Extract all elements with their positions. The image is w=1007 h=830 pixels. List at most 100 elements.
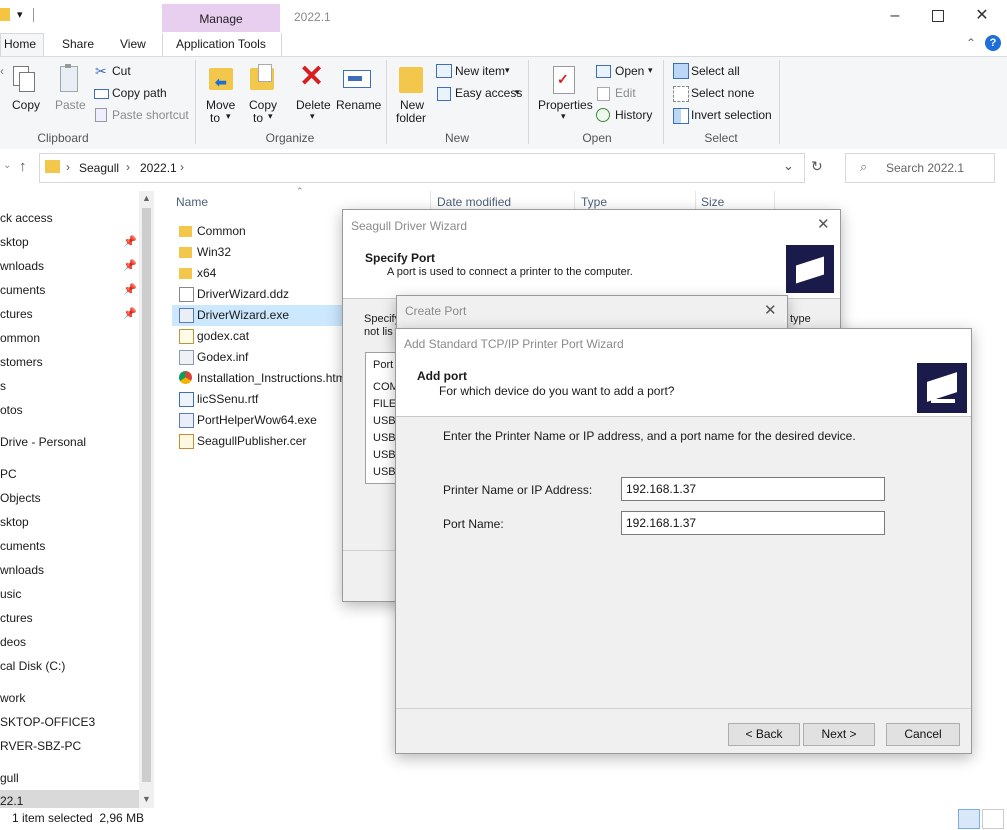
column-header-size[interactable]: Size <box>701 195 724 209</box>
nav-item[interactable]: sktop <box>0 235 29 249</box>
help-icon[interactable]: ? <box>985 35 1001 51</box>
file-name[interactable]: Godex.inf <box>197 350 342 364</box>
copy-large-button[interactable] <box>13 64 35 92</box>
breadcrumb-seagull[interactable]: Seagull <box>79 161 119 175</box>
properties-dropdown-icon[interactable]: ▾ <box>561 111 566 122</box>
column-divider[interactable] <box>430 191 431 211</box>
file-name[interactable]: DriverWizard.ddz <box>197 287 342 301</box>
rename-icon[interactable] <box>343 70 371 88</box>
details-view-icon[interactable] <box>958 809 980 829</box>
nav-item[interactable]: ck access <box>0 211 53 225</box>
open-button[interactable]: Open <box>615 64 644 78</box>
close-window-button[interactable]: ✕ <box>967 2 997 30</box>
tab-view[interactable]: View <box>120 37 146 51</box>
move-to-label-2[interactable]: to <box>210 111 220 125</box>
nav-item[interactable]: 22.1 <box>0 794 23 808</box>
file-name[interactable]: x64 <box>197 266 342 280</box>
nav-item[interactable]: cal Disk (C:) <box>0 659 65 673</box>
context-tab-manage[interactable]: Manage <box>162 12 280 26</box>
nav-item[interactable]: otos <box>0 403 23 417</box>
select-none-button[interactable]: Select none <box>691 86 754 100</box>
file-name[interactable]: Win32 <box>197 245 342 259</box>
large-icons-view-icon[interactable] <box>982 809 1004 829</box>
file-name[interactable]: Installation_Instructions.htm <box>197 371 342 385</box>
maximize-button[interactable] <box>925 2 955 30</box>
paste-button[interactable] <box>58 64 80 94</box>
pin-to-quick-access-fragment[interactable]: ‹ <box>0 64 4 78</box>
tab-share[interactable]: Share <box>62 37 94 51</box>
port-column-header[interactable]: Port <box>373 359 393 371</box>
port-row[interactable]: FILE <box>373 398 396 410</box>
nav-item[interactable]: Drive - Personal <box>0 435 86 449</box>
copy-to-label-2[interactable]: to <box>253 111 263 125</box>
tab-application-tools[interactable]: Application Tools <box>176 37 266 51</box>
file-name[interactable]: licSSenu.rtf <box>197 392 342 406</box>
nav-item[interactable]: Objects <box>0 491 41 505</box>
nav-item[interactable]: wnloads <box>0 259 44 273</box>
copy-label[interactable]: Copy <box>12 98 40 112</box>
quick-access-dropdown-icon[interactable]: ▾ <box>17 8 23 21</box>
nav-item[interactable]: gull <box>0 771 19 785</box>
copy-path-button[interactable]: Copy path <box>112 86 167 100</box>
file-name[interactable]: godex.cat <box>197 329 342 343</box>
paste-shortcut-button[interactable]: Paste shortcut <box>112 108 189 122</box>
column-header-date-modified[interactable]: Date modified <box>437 195 511 209</box>
cancel-button[interactable]: Cancel <box>886 723 960 746</box>
rename-label[interactable]: Rename <box>336 98 381 112</box>
nav-item[interactable]: sktop <box>0 515 29 529</box>
nav-item[interactable]: work <box>0 691 25 705</box>
close-icon[interactable]: ✕ <box>764 301 777 319</box>
minimize-button[interactable]: – <box>880 2 910 30</box>
new-item-button[interactable]: New item <box>455 64 505 78</box>
up-arrow-icon[interactable]: ↑ <box>19 158 27 175</box>
move-to-dropdown-icon[interactable]: ▾ <box>226 111 231 122</box>
cut-button[interactable]: Cut <box>112 64 131 78</box>
edit-button[interactable]: Edit <box>615 86 636 100</box>
nav-item[interactable]: SKTOP-OFFICE3 <box>0 715 95 729</box>
column-header-name[interactable]: Name <box>176 195 208 209</box>
properties-icon[interactable]: ✓ <box>553 66 575 94</box>
port-name-input[interactable]: 192.168.1.37 <box>621 511 885 535</box>
breadcrumb-current[interactable]: 2022.1 <box>140 161 177 175</box>
nav-item[interactable]: stomers <box>0 355 43 369</box>
paste-label[interactable]: Paste <box>55 98 86 112</box>
delete-icon[interactable]: ✕ <box>299 60 324 94</box>
delete-label[interactable]: Delete <box>296 98 331 112</box>
nav-item[interactable]: wnloads <box>0 563 44 577</box>
printer-name-input[interactable]: 192.168.1.37 <box>621 477 885 501</box>
nav-item[interactable]: PC <box>0 467 17 481</box>
file-name[interactable]: PortHelperWow64.exe <box>197 413 342 427</box>
nav-item[interactable]: s <box>0 379 6 393</box>
file-name[interactable]: DriverWizard.exe <box>197 308 342 322</box>
delete-dropdown-icon[interactable]: ▾ <box>310 111 315 122</box>
new-folder-label[interactable]: New <box>400 98 424 112</box>
scroll-down-icon[interactable]: ▼ <box>142 794 151 804</box>
column-header-type[interactable]: Type <box>581 195 607 209</box>
back-button[interactable]: < Back <box>728 723 800 746</box>
select-all-button[interactable]: Select all <box>691 64 740 78</box>
history-button[interactable]: History <box>615 108 652 122</box>
nav-item[interactable]: ctures <box>0 611 33 625</box>
file-name[interactable]: Common <box>197 224 342 238</box>
nav-scrollbar-thumb[interactable] <box>142 208 151 782</box>
column-divider[interactable] <box>774 191 775 211</box>
move-to-label[interactable]: Move <box>206 98 235 112</box>
new-folder-icon[interactable] <box>399 67 423 93</box>
move-to-button[interactable]: ⬅ <box>209 64 235 94</box>
next-button[interactable]: Next > <box>803 723 875 746</box>
scroll-up-icon[interactable]: ▲ <box>142 193 151 203</box>
properties-label[interactable]: Properties <box>538 98 593 112</box>
copy-to-button[interactable] <box>250 64 276 94</box>
tab-home[interactable]: Home <box>4 37 36 51</box>
nav-item[interactable]: cuments <box>0 283 45 297</box>
copy-to-label[interactable]: Copy <box>249 98 277 112</box>
recent-locations-icon[interactable]: ⌄ <box>3 160 11 171</box>
invert-selection-button[interactable]: Invert selection <box>691 108 772 122</box>
address-dropdown-icon[interactable]: ⌄ <box>783 158 794 174</box>
easy-access-button[interactable]: Easy access <box>455 86 522 100</box>
nav-item[interactable]: usic <box>0 587 21 601</box>
close-icon[interactable]: ✕ <box>817 215 830 233</box>
nav-item[interactable]: ctures <box>0 307 33 321</box>
search-placeholder[interactable]: Search 2022.1 <box>886 161 964 175</box>
easy-access-dropdown-icon[interactable]: ▾ <box>515 87 520 98</box>
